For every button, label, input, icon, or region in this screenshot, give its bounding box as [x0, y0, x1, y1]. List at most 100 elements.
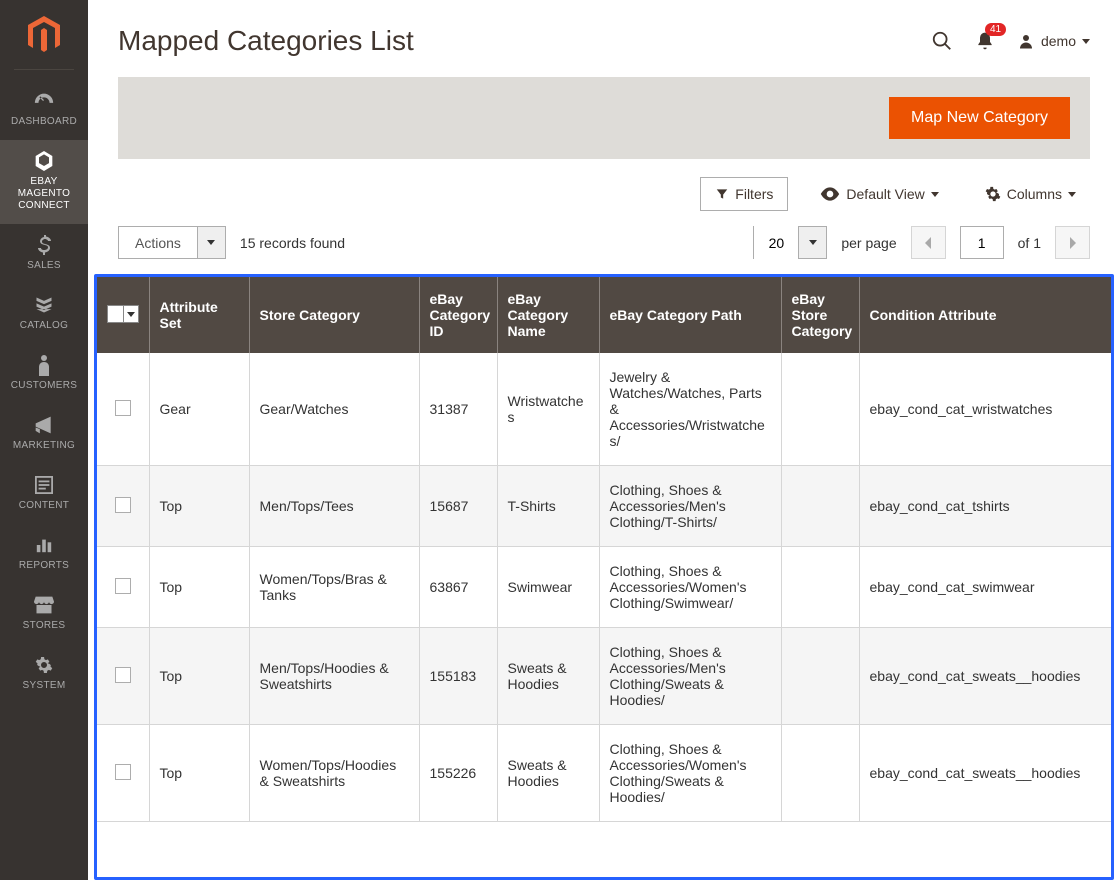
sidebar-item-reports[interactable]: REPORTS: [0, 524, 88, 584]
table-cell: Men/Tops/Tees: [249, 466, 419, 547]
records-found: 15 records found: [240, 235, 345, 251]
column-header[interactable]: eBay Category Name: [497, 277, 599, 353]
column-header[interactable]: [97, 277, 149, 353]
sidebar-item-label: CATALOG: [4, 320, 84, 332]
table-cell: [781, 547, 859, 628]
row-checkbox[interactable]: [115, 667, 131, 683]
chevron-down-icon: [197, 227, 225, 258]
filters-button[interactable]: Filters: [700, 177, 788, 211]
table-row[interactable]: TopMen/Tops/Tees15687T-ShirtsClothing, S…: [97, 466, 1111, 547]
catalog-icon: [4, 294, 84, 316]
per-page-select[interactable]: [753, 226, 827, 259]
sidebar-item-label: EBAY MAGENTO CONNECT: [4, 176, 84, 212]
table-row[interactable]: TopWomen/Tops/Bras & Tanks63867SwimwearC…: [97, 547, 1111, 628]
sidebar-item-label: STORES: [4, 620, 84, 632]
table-cell: [97, 725, 149, 822]
table-cell: [97, 547, 149, 628]
per-page-label: per page: [841, 235, 896, 251]
table-cell: 155226: [419, 725, 497, 822]
table-cell: Top: [149, 628, 249, 725]
column-header[interactable]: Condition Attribute: [859, 277, 1111, 353]
dashboard-icon: [4, 90, 84, 112]
row-checkbox[interactable]: [115, 497, 131, 513]
sidebar-item-marketing[interactable]: MARKETING: [0, 404, 88, 464]
sidebar-item-label: SYSTEM: [4, 680, 84, 692]
column-header[interactable]: eBay Store Category: [781, 277, 859, 353]
sidebar-item-label: CUSTOMERS: [4, 380, 84, 392]
table-cell: ebay_cond_cat_wristwatches: [859, 353, 1111, 466]
sidebar-item-label: SALES: [4, 260, 84, 272]
sidebar-item-system[interactable]: SYSTEM: [0, 644, 88, 704]
user-menu[interactable]: demo: [1017, 32, 1090, 50]
table-cell: Top: [149, 547, 249, 628]
chevron-down-icon: [1068, 192, 1076, 197]
actions-select[interactable]: Actions: [118, 226, 226, 259]
column-header[interactable]: Store Category: [249, 277, 419, 353]
columns-label: Columns: [1007, 186, 1062, 202]
page-input[interactable]: [960, 226, 1004, 259]
default-view-button[interactable]: Default View: [806, 178, 952, 210]
sales-icon: [4, 234, 84, 256]
table-cell: Men/Tops/Hoodies & Sweatshirts: [249, 628, 419, 725]
table-cell: [97, 466, 149, 547]
sidebar-item-label: REPORTS: [4, 560, 84, 572]
table-cell: Wristwatches: [497, 353, 599, 466]
table-cell: ebay_cond_cat_sweats__hoodies: [859, 725, 1111, 822]
table-cell: Clothing, Shoes & Accessories/Women's Cl…: [599, 725, 781, 822]
table-cell: Women/Tops/Bras & Tanks: [249, 547, 419, 628]
system-icon: [4, 654, 84, 676]
chevron-down-icon: [124, 306, 138, 322]
sidebar-item-dashboard[interactable]: DASHBOARD: [0, 80, 88, 140]
stores-icon: [4, 594, 84, 616]
table-cell: Top: [149, 466, 249, 547]
table-cell: Gear/Watches: [249, 353, 419, 466]
column-header[interactable]: Attribute Set: [149, 277, 249, 353]
table-row[interactable]: GearGear/Watches31387WristwatchesJewelry…: [97, 353, 1111, 466]
next-page-button[interactable]: [1055, 226, 1090, 259]
notification-badge: 41: [985, 23, 1006, 36]
row-checkbox[interactable]: [115, 400, 131, 416]
table-cell: [781, 628, 859, 725]
customers-icon: [4, 354, 84, 376]
table-cell: [781, 353, 859, 466]
table-cell: 31387: [419, 353, 497, 466]
chevron-down-icon: [1082, 39, 1090, 44]
table-cell: ebay_cond_cat_tshirts: [859, 466, 1111, 547]
sidebar-item-customers[interactable]: CUSTOMERS: [0, 344, 88, 404]
chevron-down-icon: [931, 192, 939, 197]
table-cell: [781, 466, 859, 547]
sidebar-item-connect[interactable]: EBAY MAGENTO CONNECT: [0, 140, 88, 224]
sidebar-item-content[interactable]: CONTENT: [0, 464, 88, 524]
sidebar-item-stores[interactable]: STORES: [0, 584, 88, 644]
default-view-label: Default View: [846, 186, 924, 202]
magento-logo[interactable]: [14, 10, 74, 70]
table-cell: 155183: [419, 628, 497, 725]
table-cell: 15687: [419, 466, 497, 547]
action-bar: Map New Category: [118, 77, 1090, 159]
per-page-input[interactable]: [754, 226, 798, 259]
sidebar-item-sales[interactable]: SALES: [0, 224, 88, 284]
search-icon[interactable]: [931, 30, 953, 52]
content-icon: [4, 474, 84, 496]
sidebar-item-catalog[interactable]: CATALOG: [0, 284, 88, 344]
table-row[interactable]: TopMen/Tops/Hoodies & Sweatshirts155183S…: [97, 628, 1111, 725]
column-header[interactable]: eBay Category Path: [599, 277, 781, 353]
marketing-icon: [4, 414, 84, 436]
row-checkbox[interactable]: [115, 764, 131, 780]
categories-table: Attribute SetStore CategoryeBay Category…: [94, 274, 1114, 880]
of-label: of 1: [1018, 235, 1041, 251]
chevron-down-icon: [798, 227, 826, 258]
main-content: Mapped Categories List 41 demo Map New C…: [88, 0, 1120, 880]
prev-page-button[interactable]: [911, 226, 946, 259]
column-header[interactable]: eBay Category ID: [419, 277, 497, 353]
sidebar-item-label: CONTENT: [4, 500, 84, 512]
table-cell: T-Shirts: [497, 466, 599, 547]
select-all-checkbox[interactable]: [107, 305, 139, 323]
columns-button[interactable]: Columns: [971, 178, 1090, 210]
table-cell: Clothing, Shoes & Accessories/Men's Clot…: [599, 466, 781, 547]
table-row[interactable]: TopWomen/Tops/Hoodies & Sweatshirts15522…: [97, 725, 1111, 822]
table-cell: Women/Tops/Hoodies & Sweatshirts: [249, 725, 419, 822]
notifications-icon[interactable]: 41: [975, 31, 995, 51]
row-checkbox[interactable]: [115, 578, 131, 594]
map-new-category-button[interactable]: Map New Category: [889, 97, 1070, 139]
